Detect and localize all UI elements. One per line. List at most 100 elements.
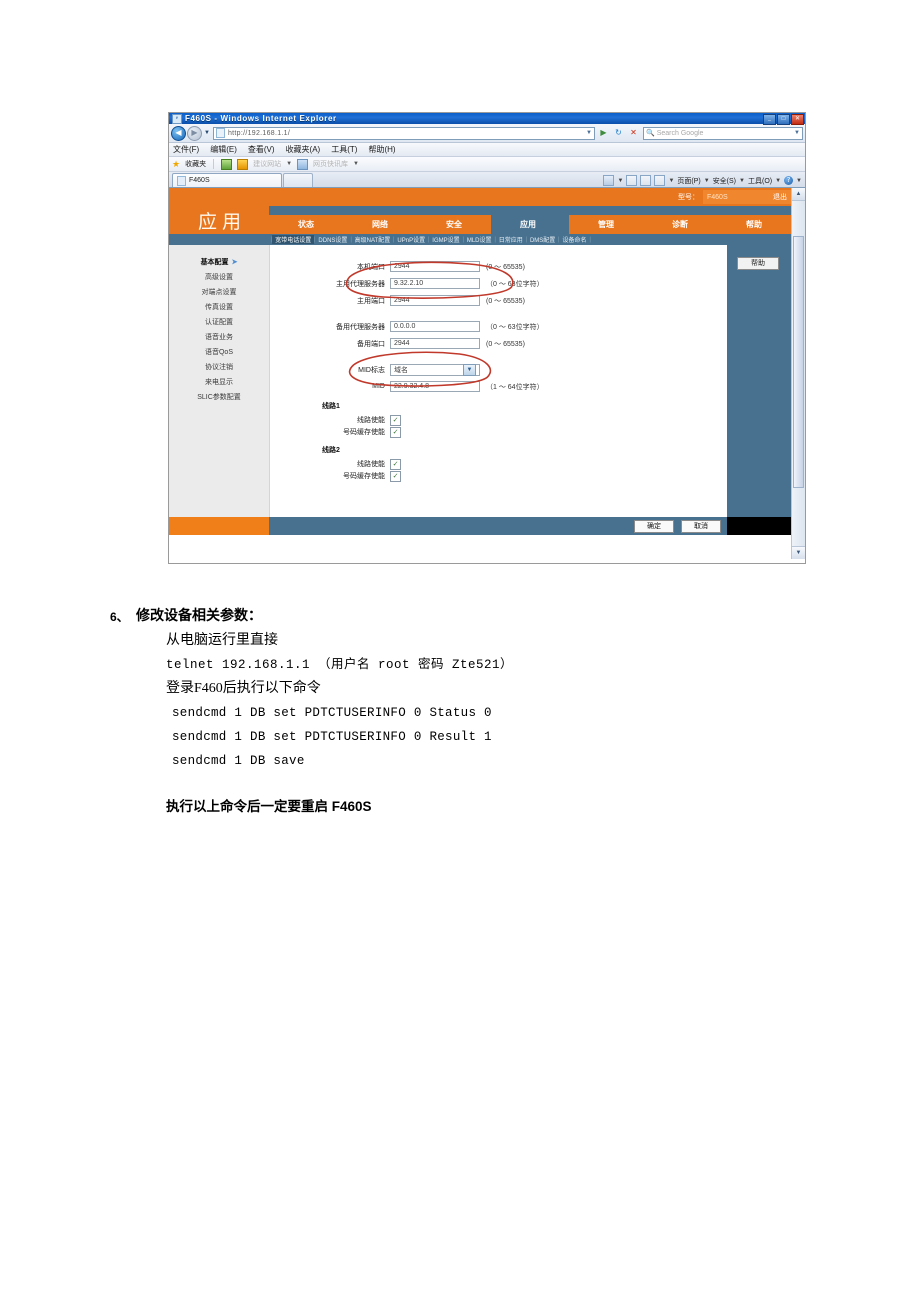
backup-proxy-input[interactable]: 0.0.0.0: [390, 321, 480, 332]
logout-button[interactable]: 退出: [773, 192, 787, 202]
address-input[interactable]: http://192.168.1.1/ ▼: [212, 126, 595, 140]
mid-input[interactable]: 22.9.32.4.8: [390, 381, 480, 392]
line1-enable-row: 线路使能 ✓: [270, 414, 727, 426]
sidebar-label-4: 认证配置: [205, 318, 233, 326]
mail-icon[interactable]: [640, 175, 652, 186]
web-slice-icon[interactable]: [297, 158, 309, 170]
tab-network[interactable]: 网络: [343, 215, 417, 234]
chevron-down-icon-2[interactable]: ▼: [353, 161, 359, 167]
tab-page-icon: [177, 175, 186, 186]
numbered-heading: 6、 修改设备相关参数：: [0, 605, 920, 629]
sidebar-item-voice-service[interactable]: 语音业务: [169, 329, 269, 344]
safety-dropdown-icon[interactable]: ▼: [739, 178, 745, 184]
recent-pages-dropdown-icon[interactable]: ▼: [204, 130, 210, 136]
add-favorites-icon[interactable]: [221, 158, 233, 170]
sidebar-item-slic-params[interactable]: SLIC参数配置: [169, 389, 269, 404]
subnav-daily-apps[interactable]: 日常应用: [496, 235, 526, 244]
back-button[interactable]: ◀: [171, 125, 186, 141]
refresh-button[interactable]: ↻: [612, 126, 625, 140]
menu-file[interactable]: 文件(F): [173, 144, 199, 155]
tab-help[interactable]: 帮助: [717, 215, 791, 234]
primary-port-input[interactable]: 2944: [390, 295, 480, 306]
address-dropdown-icon[interactable]: ▼: [586, 130, 592, 136]
new-tab-button[interactable]: [283, 173, 313, 187]
tab-application[interactable]: 应用: [491, 215, 565, 234]
sidebar-item-protocol-deregister[interactable]: 协议注销: [169, 359, 269, 374]
search-input[interactable]: 🔍 Search Google ▼: [643, 126, 803, 140]
line1-cache-checkbox[interactable]: ✓: [390, 426, 401, 438]
help-button[interactable]: 帮助: [737, 257, 779, 270]
line1-enable-checkbox[interactable]: ✓: [390, 414, 401, 426]
sidebar-item-auth-config[interactable]: 认证配置: [169, 314, 269, 329]
cmd-safety[interactable]: 安全(S): [713, 176, 736, 186]
feeds-icon[interactable]: [626, 175, 638, 186]
line2-enable-row: 线路使能 ✓: [270, 458, 727, 470]
suggested-sites-label[interactable]: 建议网站: [253, 159, 281, 169]
menu-edit[interactable]: 编辑(E): [210, 144, 237, 155]
scroll-up-arrow-icon[interactable]: ▲: [792, 188, 805, 201]
sidebar-item-advanced[interactable]: 高级设置: [169, 269, 269, 284]
maximize-button[interactable]: □: [777, 114, 790, 125]
cmd-page[interactable]: 页面(P): [677, 176, 700, 186]
subnav-dms[interactable]: DMS配置: [527, 235, 558, 244]
tab-security[interactable]: 安全: [417, 215, 491, 234]
help-dropdown-icon[interactable]: ▼: [796, 178, 802, 184]
close-button[interactable]: ✕: [791, 114, 804, 125]
menu-favorites[interactable]: 收藏夹(A): [286, 144, 321, 155]
primary-proxy-label: 主用代理服务器: [336, 280, 385, 288]
sidebar-item-peer-endpoint[interactable]: 对端点设置: [169, 284, 269, 299]
subnav-upnp[interactable]: UPnP设置: [394, 235, 428, 244]
print-icon[interactable]: [654, 175, 666, 186]
line2-enable-checkbox[interactable]: ✓: [390, 458, 401, 470]
sidebar-item-fax[interactable]: 传真设置: [169, 299, 269, 314]
chevron-down-icon[interactable]: ▼: [286, 161, 292, 167]
sidebar-item-voice-qos[interactable]: 语音QoS: [169, 344, 269, 359]
help-icon[interactable]: ?: [784, 176, 794, 185]
mid-flag-label: MID标志: [358, 366, 385, 374]
subnav-advanced-nat[interactable]: 高级NAT配置: [352, 235, 394, 244]
menu-help[interactable]: 帮助(H): [368, 144, 395, 155]
scrollbar-thumb[interactable]: [793, 236, 804, 488]
browser-tab-f460s[interactable]: F460S: [172, 173, 282, 187]
cmd-tools[interactable]: 工具(O): [748, 176, 772, 186]
backup-port-input[interactable]: 2944: [390, 338, 480, 349]
vertical-scrollbar[interactable]: ▲ ▼: [791, 188, 805, 559]
page-dropdown-icon[interactable]: ▼: [704, 178, 710, 184]
web-slice-label[interactable]: 网页快讯库: [313, 159, 348, 169]
suggested-sites-icon[interactable]: [237, 158, 249, 170]
subnav-igmp[interactable]: IGMP设置: [429, 235, 462, 244]
line2-cache-checkbox[interactable]: ✓: [390, 470, 401, 482]
ok-button[interactable]: 确定: [634, 519, 674, 533]
favorites-label[interactable]: 收藏夹: [185, 159, 206, 169]
subnav-device-name[interactable]: 设备命名: [559, 235, 589, 244]
doc-line-1: 从电脑运行里直接: [166, 633, 278, 648]
local-port-input[interactable]: 2944: [390, 261, 480, 272]
subnav-broadband-phone[interactable]: 宽带电话设置: [272, 235, 315, 244]
cancel-button[interactable]: 取消: [681, 519, 721, 533]
tab-management[interactable]: 管理: [565, 215, 643, 234]
sidebar-item-basic-config[interactable]: 基本配置 ➤: [169, 254, 269, 269]
subnav-ddns[interactable]: DDNS设置: [315, 235, 350, 244]
scroll-down-arrow-icon[interactable]: ▼: [792, 546, 805, 559]
home-dropdown-icon[interactable]: ▼: [617, 178, 623, 184]
chevron-down-icon-select[interactable]: ▼: [463, 363, 476, 376]
tools-dropdown-icon[interactable]: ▼: [775, 178, 781, 184]
home-icon[interactable]: [603, 175, 615, 186]
forward-button[interactable]: ▶: [187, 125, 202, 141]
tab-label: F460S: [189, 177, 210, 184]
search-provider-dropdown-icon[interactable]: ▼: [794, 130, 800, 136]
tab-status[interactable]: 状态: [269, 215, 343, 234]
print-dropdown-icon[interactable]: ▼: [668, 178, 674, 184]
go-button[interactable]: ▶: [597, 126, 610, 140]
mid-flag-select[interactable]: 域名 ▼: [390, 363, 480, 376]
primary-proxy-input[interactable]: 9.32.2.10: [390, 278, 480, 289]
tab-diagnosis[interactable]: 诊断: [643, 215, 717, 234]
stop-button[interactable]: ✕: [627, 126, 640, 140]
menu-tools[interactable]: 工具(T): [331, 144, 357, 155]
subnav-mld[interactable]: MLD设置: [464, 235, 495, 244]
sidebar-label-1: 高级设置: [205, 273, 233, 281]
menu-view[interactable]: 查看(V): [248, 144, 275, 155]
sidebar-item-caller-id[interactable]: 来电显示: [169, 374, 269, 389]
minimize-button[interactable]: _: [763, 114, 776, 125]
backup-proxy-hint: （0 ～ 63位字符）: [486, 323, 544, 331]
